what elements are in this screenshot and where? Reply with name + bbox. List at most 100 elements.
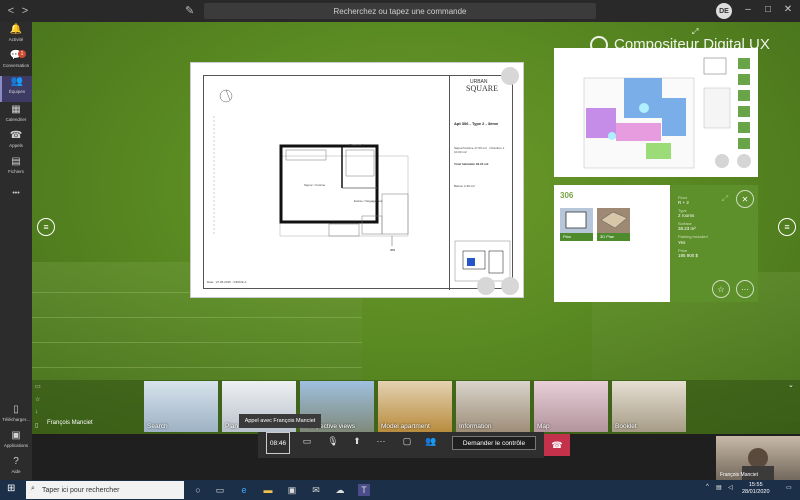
- rail-item-download[interactable]: ▯ Télécharger...: [0, 404, 32, 430]
- request-control-button[interactable]: Demander le contrôle: [452, 436, 536, 450]
- apps-icon: ▣: [11, 430, 21, 441]
- plan-thumbnail-label[interactable]: Plan: [560, 233, 593, 241]
- maximize-button[interactable]: □: [760, 4, 776, 15]
- taskbar-clock[interactable]: 15:55 28/01/2020: [742, 482, 770, 496]
- map-layer-toggle[interactable]: [738, 74, 750, 85]
- thumbnail-information[interactable]: Information: [456, 381, 530, 432]
- project-logo: SQUARE: [466, 84, 499, 93]
- thumbnail-booklet[interactable]: Booklet: [612, 381, 686, 432]
- network-icon[interactable]: ▤: [716, 484, 722, 491]
- share-icon[interactable]: ⤢: [716, 190, 734, 208]
- 3d-plan-thumbnail[interactable]: [597, 208, 630, 233]
- more-actions-icon[interactable]: ···: [374, 436, 388, 446]
- rail-item-activity[interactable]: 🔔 Activité: [0, 24, 32, 50]
- apartment-number: 306: [560, 191, 574, 200]
- rail-item-label: Télécharger...: [2, 417, 30, 422]
- microphone-icon[interactable]: 🎙: [326, 436, 340, 447]
- minimize-button[interactable]: –: [740, 4, 756, 15]
- 3d-plan-thumbnail-image: [600, 211, 628, 229]
- map-layer-toggle[interactable]: [738, 58, 750, 69]
- close-card-icon[interactable]: ✕: [736, 190, 754, 208]
- task-switch-icon[interactable]: ▭: [214, 484, 226, 496]
- left-menu-icon[interactable]: ≡: [37, 218, 55, 236]
- rail-item-label: Conversation: [2, 63, 30, 68]
- star-icon[interactable]: ☆: [35, 396, 40, 403]
- more-icon: •••: [12, 190, 20, 197]
- clock-date: 28/01/2020: [742, 489, 770, 495]
- mail-icon[interactable]: ✉: [310, 484, 322, 496]
- balcony-surface: Balcon 2.30 m2: [454, 184, 475, 188]
- thumbnail-model-apartment[interactable]: Model apartment: [378, 381, 452, 432]
- rail-item-help[interactable]: ? Aide: [0, 456, 32, 482]
- rail-item-apps[interactable]: ▣ Applications: [0, 430, 32, 456]
- title-block: URBAN SQUARE Apt 306 - Type 2 - 3ème Séj…: [449, 76, 514, 290]
- apartment-card: [554, 185, 670, 302]
- close-button[interactable]: ✕: [780, 4, 796, 15]
- calendar-icon: ▦: [11, 104, 21, 115]
- call-timer: 08:46: [266, 432, 290, 454]
- forward-icon[interactable]: >: [18, 5, 32, 17]
- right-menu-icon[interactable]: ≡: [778, 218, 796, 236]
- share-screen-icon[interactable]: ⬆: [350, 436, 364, 447]
- task-view-icon[interactable]: ○: [192, 484, 204, 496]
- folder-icon[interactable]: ▬: [262, 484, 274, 496]
- 3d-plan-thumbnail-label[interactable]: 3D Plan: [597, 233, 630, 241]
- rail-item-conversation[interactable]: 💬 Conversation 1: [0, 50, 32, 76]
- teams-icon: 👥: [10, 76, 24, 87]
- more-options-icon[interactable]: ···: [736, 280, 754, 298]
- compose-icon[interactable]: ✎: [185, 4, 194, 17]
- teams-taskbar-icon[interactable]: T: [358, 484, 370, 496]
- clock-time: 15:55: [748, 482, 763, 488]
- trash-icon[interactable]: ▯: [35, 422, 38, 429]
- favorite-icon[interactable]: ☆: [712, 280, 730, 298]
- map-layer-toggle[interactable]: [738, 90, 750, 101]
- volume-icon[interactable]: ◁: [728, 484, 733, 491]
- next-page-icon[interactable]: [501, 277, 519, 295]
- map-layer-toggle[interactable]: [738, 122, 750, 133]
- apartment-title: Apt 306 - Type 2 - 3ème: [454, 121, 499, 126]
- plan-thumbnail[interactable]: [560, 208, 593, 233]
- brand-subtitle: by excense: [618, 58, 664, 68]
- search-icon: ⌕: [31, 485, 35, 492]
- rail-item-calls[interactable]: ☎ Appels: [0, 130, 32, 156]
- thumbnail-map[interactable]: Map: [534, 381, 608, 432]
- rail-item-more[interactable]: •••: [0, 188, 32, 214]
- back-icon[interactable]: <: [4, 5, 18, 17]
- edge-icon[interactable]: e: [238, 484, 250, 496]
- spec-value: Yes: [678, 240, 686, 245]
- hang-up-button[interactable]: ☎: [544, 434, 570, 456]
- rail-item-files[interactable]: ▤ Fichiers: [0, 156, 32, 182]
- notifications-icon[interactable]: ▭: [786, 484, 792, 491]
- brand-logo-icon: [590, 36, 608, 54]
- plan-thumbnail-image: [565, 211, 587, 229]
- map-layer-toggle[interactable]: [738, 138, 750, 149]
- chat-icon[interactable]: ▢: [400, 436, 414, 447]
- chevron-down-icon[interactable]: ⌄: [788, 381, 794, 389]
- camera-icon[interactable]: ▭: [300, 436, 314, 447]
- zoom-icon[interactable]: [501, 67, 519, 85]
- rail-item-teams[interactable]: 👥 Équipes: [0, 76, 32, 102]
- map-layer-toggle[interactable]: [738, 106, 750, 117]
- thumbnail-search[interactable]: Search: [144, 381, 218, 432]
- folder-icon[interactable]: ▭: [35, 383, 41, 390]
- thumbnail-label: Search: [147, 423, 168, 430]
- rail-item-label: Aide: [11, 469, 21, 474]
- prev-page-icon[interactable]: [477, 277, 495, 295]
- spec-label: Parking included: [678, 234, 708, 239]
- download-icon[interactable]: ↓: [35, 409, 38, 415]
- onedrive-icon[interactable]: ☁: [334, 484, 346, 496]
- store-icon[interactable]: ▣: [286, 484, 298, 496]
- windows-start-icon[interactable]: ⊞: [7, 483, 15, 494]
- command-search-input[interactable]: Recherchez ou tapez une commande: [204, 3, 596, 19]
- floorplan-document[interactable]: Séjour / Cuisine Chambre 1 Entrée / Déga…: [190, 62, 524, 298]
- file-icon: ▤: [11, 156, 21, 167]
- taskbar-search-input[interactable]: Taper ici pour rechercher: [26, 481, 184, 499]
- rail-item-calendar[interactable]: ▦ Calendrier: [0, 104, 32, 130]
- bell-icon: 🔔: [9, 24, 23, 35]
- tray-chevron-icon[interactable]: ^: [706, 484, 709, 490]
- profile-avatar[interactable]: DE: [716, 3, 732, 19]
- thumbnail-label: Map: [537, 423, 550, 430]
- participants-icon[interactable]: 👥: [424, 436, 438, 447]
- drawing-frame: Séjour / Cuisine Chambre 1 Entrée / Déga…: [203, 75, 514, 290]
- notification-badge: 1: [18, 50, 26, 58]
